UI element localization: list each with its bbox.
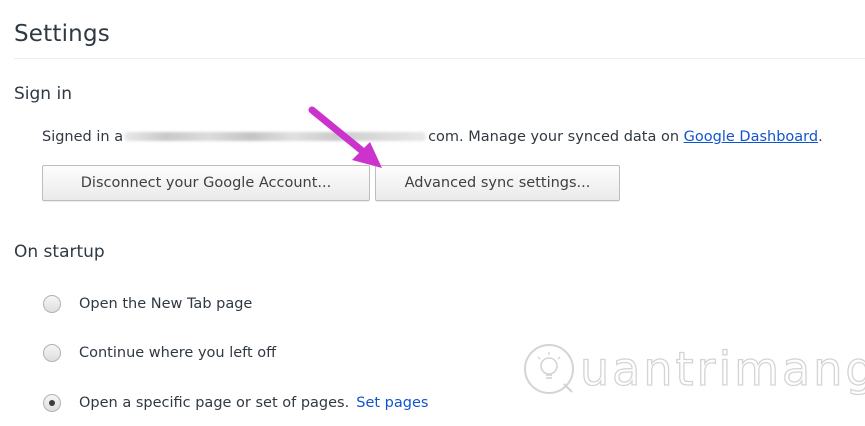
startup-option-label: Open a specific page or set of pages.	[79, 395, 350, 411]
signed-in-status: Signed in a com. Manage your synced data …	[42, 129, 823, 145]
on-startup-heading: On startup	[14, 242, 105, 262]
sign-in-heading: Sign in	[14, 84, 72, 104]
annotation-arrow-icon	[308, 106, 382, 168]
lightbulb-logo-icon	[524, 344, 574, 394]
startup-option-continue[interactable]: Continue where you left off	[43, 342, 276, 364]
watermark: uantrimang	[520, 340, 865, 398]
title-divider	[14, 58, 865, 59]
advanced-sync-settings-button[interactable]: Advanced sync settings...	[375, 165, 620, 201]
manage-synced-text: Manage your synced data on	[468, 129, 680, 145]
set-pages-link[interactable]: Set pages	[356, 395, 428, 411]
signed-in-prefix: Signed in a	[42, 129, 124, 145]
email-suffix: com.	[428, 129, 464, 145]
dashboard-trailing: .	[818, 129, 823, 145]
google-dashboard-link[interactable]: Google Dashboard	[684, 129, 818, 145]
startup-option-label: Continue where you left off	[79, 345, 277, 361]
page-title: Settings	[14, 21, 110, 48]
startup-option-label: Open the New Tab page	[79, 296, 253, 312]
radio-button[interactable]	[43, 295, 61, 313]
startup-option-new-tab[interactable]: Open the New Tab page	[43, 293, 252, 315]
watermark-text: uantrimang	[579, 341, 865, 396]
radio-button-checked[interactable]	[43, 394, 61, 412]
radio-button[interactable]	[43, 344, 61, 362]
startup-option-specific-pages[interactable]: Open a specific page or set of pages. Se…	[43, 392, 428, 414]
